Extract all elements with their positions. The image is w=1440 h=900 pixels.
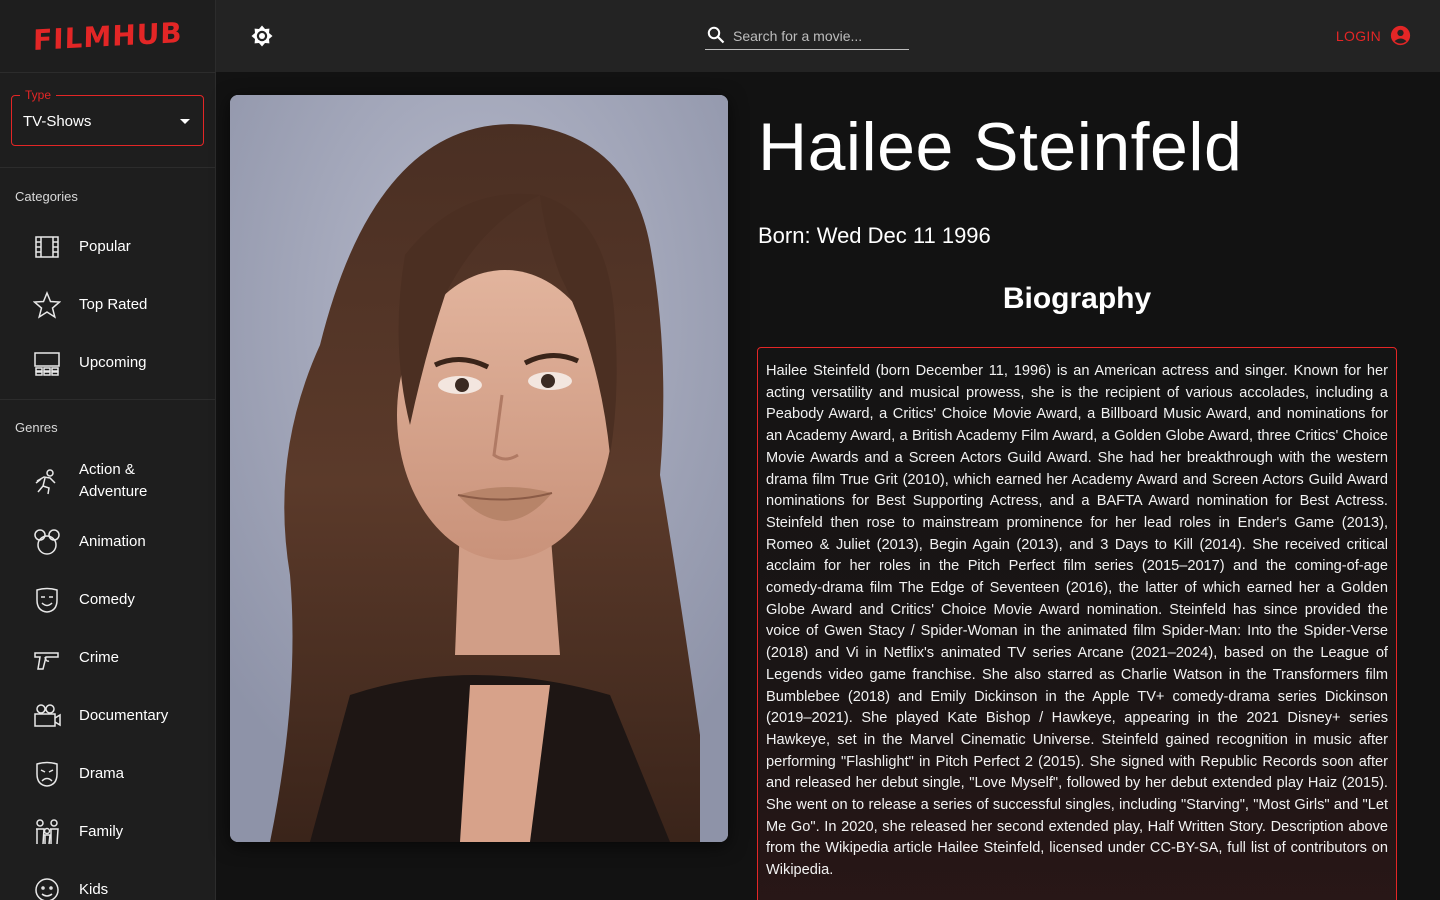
category-item-upcoming[interactable]: Upcoming	[0, 334, 215, 392]
family-icon	[31, 816, 63, 848]
biography-heading: Biography	[1002, 282, 1152, 315]
search-icon[interactable]	[707, 26, 725, 44]
genre-label: Family	[79, 823, 124, 840]
fighter-icon	[31, 465, 63, 497]
person-photo	[230, 95, 728, 842]
genre-item-action-adventure[interactable]: Action & Adventure	[0, 449, 215, 513]
search-input[interactable]	[733, 25, 905, 47]
genre-item-kids[interactable]: Kids	[0, 861, 215, 900]
genre-item-drama[interactable]: Drama	[0, 745, 215, 803]
genre-item-comedy[interactable]: Comedy	[0, 571, 215, 629]
category-label: Upcoming	[79, 354, 147, 371]
genre-label: Documentary	[79, 707, 169, 724]
genre-label: Action & Adventure	[79, 461, 148, 500]
type-select-value: TV-Shows	[23, 113, 92, 130]
genre-label: Crime	[79, 649, 119, 666]
film-icon	[31, 231, 63, 263]
genre-label: Comedy	[79, 591, 135, 608]
genres-section: Genres Action & Adventure Animation Come…	[0, 400, 215, 900]
category-item-popular[interactable]: Popular	[0, 218, 215, 276]
genre-item-crime[interactable]: Crime	[0, 629, 215, 687]
video-camera-icon	[31, 700, 63, 732]
person-name: Hailee Steinfeld	[758, 109, 1243, 185]
type-select[interactable]: Type TV-Shows	[11, 88, 204, 146]
kids-icon	[31, 874, 63, 900]
categories-title: Categories	[15, 189, 78, 204]
brightness-icon[interactable]	[250, 24, 274, 48]
search-bar	[705, 24, 909, 50]
logo[interactable]: FILMHUB	[32, 16, 182, 57]
type-select-legend: Type	[20, 88, 57, 102]
topbar: LOGIN	[216, 0, 1440, 72]
genres-list: Action & Adventure Animation Comedy Crim…	[0, 449, 215, 900]
login-label: LOGIN	[1335, 27, 1381, 44]
genre-item-animation[interactable]: Animation	[0, 513, 215, 571]
sad-mask-icon	[31, 758, 63, 790]
genre-label: Kids	[79, 881, 109, 898]
logo-area: FILMHUB	[0, 0, 215, 73]
happy-mask-icon	[31, 584, 63, 616]
genre-label: Drama	[79, 765, 125, 782]
theater-icon	[31, 347, 63, 379]
star-icon	[31, 289, 63, 321]
account-circle-icon	[1390, 25, 1411, 46]
caret-down-icon	[180, 119, 190, 124]
login-button[interactable]: LOGIN	[1336, 25, 1411, 46]
app-root: FILMHUB Type TV-Shows Categories Popular	[0, 0, 1440, 900]
category-label: Top Rated	[79, 296, 148, 313]
biography-box[interactable]: Hailee Steinfeld (born December 11, 1996…	[757, 347, 1397, 900]
category-label: Popular	[79, 238, 131, 255]
person-birthdate: Born: Wed Dec 11 1996	[758, 223, 991, 248]
genre-item-family[interactable]: Family	[0, 803, 215, 861]
mouse-ears-icon	[31, 526, 63, 558]
genre-item-documentary[interactable]: Documentary	[0, 687, 215, 745]
biography-text: Hailee Steinfeld (born December 11, 1996…	[766, 363, 1388, 879]
pistol-icon	[31, 642, 63, 674]
genre-label: Animation	[79, 533, 146, 550]
category-item-top-rated[interactable]: Top Rated	[0, 276, 215, 334]
categories-section: Categories Popular Top Rated Upcoming	[0, 168, 215, 400]
type-area: Type TV-Shows	[0, 73, 215, 168]
genres-title: Genres	[15, 420, 58, 435]
sidebar: FILMHUB Type TV-Shows Categories Popular	[0, 0, 216, 900]
categories-list: Popular Top Rated Upcoming	[0, 218, 215, 392]
